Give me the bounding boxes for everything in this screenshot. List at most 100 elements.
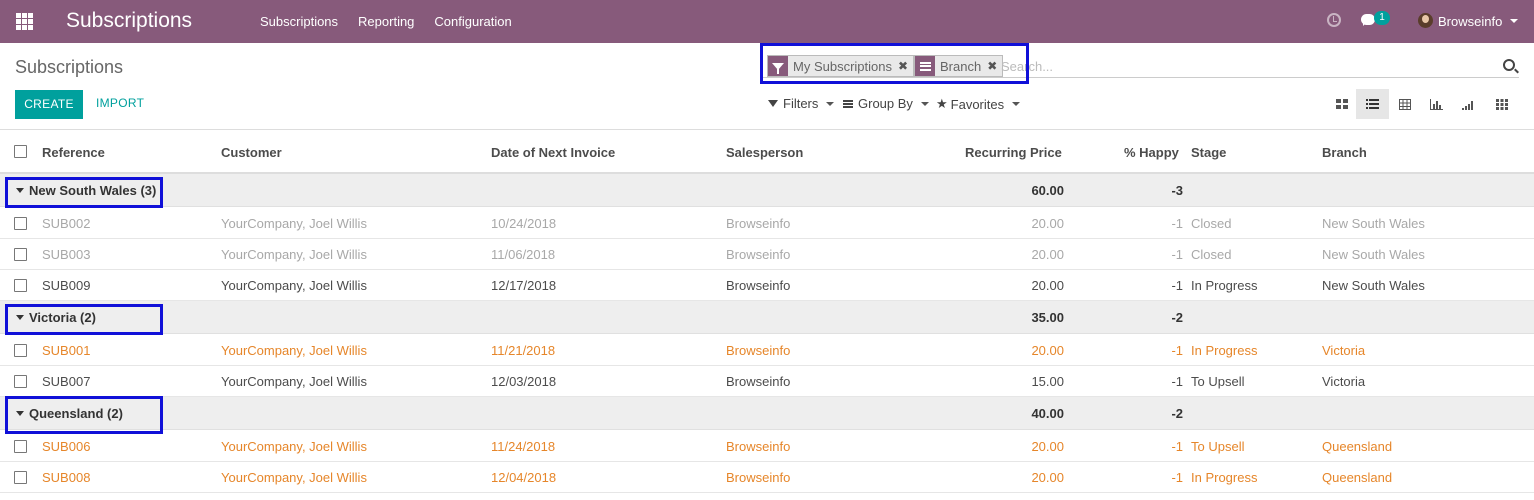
group-row-queensland[interactable]: Queensland (2) 40.00 -2: [0, 397, 1534, 430]
create-button[interactable]: CREATE: [15, 90, 83, 119]
cell-customer: YourCompany, Joel Willis: [221, 439, 367, 454]
group-happy-total: -2: [1171, 406, 1183, 421]
graph-view-icon[interactable]: [1420, 89, 1453, 119]
row-checkbox[interactable]: [14, 248, 27, 261]
cell-stage: To Upsell: [1191, 374, 1245, 389]
list-view-icon[interactable]: [1356, 89, 1389, 119]
cell-next-invoice: 12/17/2018: [491, 278, 557, 293]
cell-reference: SUB001: [42, 343, 91, 358]
chat-counter-badge: 1: [1374, 11, 1390, 25]
cell-next-invoice: 11/24/2018: [491, 439, 556, 454]
group-by-dropdown[interactable]: Group By: [843, 96, 929, 111]
row-checkbox[interactable]: [14, 471, 27, 484]
search-input[interactable]: [1001, 57, 1491, 75]
cell-salesperson: Browseinfo: [726, 216, 791, 231]
cell-branch: New South Wales: [1322, 278, 1425, 293]
column-header-salesperson[interactable]: Salesperson: [726, 145, 803, 160]
cell-salesperson: Browseinfo: [726, 470, 791, 485]
cell-recurring-price: 15.00: [1031, 374, 1064, 389]
column-header-happy[interactable]: % Happy: [1124, 145, 1179, 160]
cell-stage: Closed: [1191, 247, 1232, 262]
column-header-stage[interactable]: Stage: [1191, 145, 1226, 160]
cell-reference: SUB006: [42, 439, 91, 454]
cell-happy: -1: [1171, 374, 1183, 389]
menu-item-configuration[interactable]: Configuration: [434, 14, 511, 29]
table-row[interactable]: SUB008 YourCompany, Joel Willis 12/04/20…: [0, 462, 1534, 493]
group-row-victoria[interactable]: Victoria (2) 35.00 -2: [0, 301, 1534, 334]
group-price-total: 35.00: [1031, 310, 1064, 325]
row-checkbox[interactable]: [14, 217, 27, 230]
cell-reference: SUB002: [42, 216, 91, 231]
cell-branch: Victoria: [1322, 343, 1366, 358]
column-header-branch[interactable]: Branch: [1322, 145, 1367, 160]
group-price-total: 60.00: [1031, 183, 1064, 198]
cell-next-invoice: 12/04/2018: [491, 470, 557, 485]
cell-recurring-price: 20.00: [1031, 278, 1064, 293]
cell-stage: In Progress: [1191, 343, 1258, 358]
breadcrumb: Subscriptions: [15, 57, 124, 77]
cell-recurring-price: 20.00: [1031, 343, 1064, 358]
column-header-reference[interactable]: Reference: [42, 145, 105, 160]
cell-stage: To Upsell: [1191, 439, 1245, 454]
favorites-dropdown[interactable]: ★ Favorites: [936, 96, 1021, 112]
filters-dropdown[interactable]: Filters: [768, 96, 835, 111]
app-title: Subscriptions: [66, 9, 193, 32]
column-header-next-invoice[interactable]: Date of Next Invoice: [491, 145, 615, 160]
cell-happy: -1: [1171, 343, 1183, 358]
group-row-new-south-wales[interactable]: New South Wales (3) 60.00 -3: [0, 174, 1534, 207]
activity-clock-icon[interactable]: [1327, 13, 1341, 27]
search-facets-highlight: [760, 43, 1029, 84]
cell-branch: New South Wales: [1322, 247, 1425, 262]
table-row[interactable]: SUB003 YourCompany, Joel Willis 11/06/20…: [0, 239, 1534, 270]
user-menu-name[interactable]: Browseinfo: [1438, 14, 1502, 29]
column-header-customer[interactable]: Customer: [221, 145, 282, 160]
column-header-recurring-price[interactable]: Recurring Price: [965, 145, 1062, 160]
cell-branch: New South Wales: [1322, 216, 1425, 231]
group-by-label: Group By: [858, 96, 913, 111]
group-by-icon: [843, 99, 853, 108]
cell-branch: Queensland: [1322, 439, 1393, 454]
table-row[interactable]: SUB006 YourCompany, Joel Willis 11/24/20…: [0, 431, 1534, 462]
cell-next-invoice: 12/03/2018: [491, 374, 557, 389]
cohort-view-icon[interactable]: [1452, 89, 1485, 119]
row-checkbox[interactable]: [14, 375, 27, 388]
table-row[interactable]: SUB007 YourCompany, Joel Willis 12/03/20…: [0, 366, 1534, 397]
group-highlight-box: [5, 304, 163, 335]
cell-reference: SUB009: [42, 278, 91, 293]
user-menu-caret-icon[interactable]: [1510, 19, 1518, 23]
cell-customer: YourCompany, Joel Willis: [221, 470, 367, 485]
table-header: Reference Customer Date of Next Invoice …: [0, 130, 1534, 174]
cell-happy: -1: [1171, 247, 1183, 262]
cell-stage: In Progress: [1191, 470, 1258, 485]
row-checkbox[interactable]: [14, 279, 27, 292]
row-checkbox[interactable]: [14, 440, 27, 453]
table-row[interactable]: SUB001 YourCompany, Joel Willis 11/21/20…: [0, 335, 1534, 366]
main-menu: Subscriptions Reporting Configuration: [260, 14, 512, 29]
user-avatar[interactable]: [1418, 13, 1433, 28]
apps-menu-icon[interactable]: [16, 13, 33, 30]
select-all-checkbox[interactable]: [14, 145, 27, 158]
cell-stage: In Progress: [1191, 278, 1258, 293]
cell-next-invoice: 11/06/2018: [491, 247, 556, 262]
menu-item-reporting[interactable]: Reporting: [358, 14, 414, 29]
row-checkbox[interactable]: [14, 344, 27, 357]
cell-recurring-price: 20.00: [1031, 216, 1064, 231]
grid-view-icon[interactable]: [1388, 89, 1421, 119]
messaging-chat-icon[interactable]: [1361, 14, 1375, 26]
cell-customer: YourCompany, Joel Willis: [221, 374, 367, 389]
group-price-total: 40.00: [1031, 406, 1064, 421]
favorites-label: Favorites: [950, 96, 1005, 112]
import-button[interactable]: IMPORT: [96, 96, 144, 110]
pivot-view-icon[interactable]: [1485, 89, 1518, 119]
table-row[interactable]: SUB002 YourCompany, Joel Willis 10/24/20…: [0, 208, 1534, 239]
cell-salesperson: Browseinfo: [726, 278, 791, 293]
kanban-view-icon[interactable]: [1325, 89, 1358, 119]
cell-happy: -1: [1171, 216, 1183, 231]
search-icon[interactable]: [1503, 59, 1515, 71]
top-navbar: Subscriptions Subscriptions Reporting Co…: [0, 0, 1534, 43]
table-row[interactable]: SUB009 YourCompany, Joel Willis 12/17/20…: [0, 270, 1534, 301]
group-highlight-box: [5, 396, 163, 434]
cell-recurring-price: 20.00: [1031, 247, 1064, 262]
cell-happy: -1: [1171, 470, 1183, 485]
menu-item-subscriptions[interactable]: Subscriptions: [260, 14, 338, 29]
